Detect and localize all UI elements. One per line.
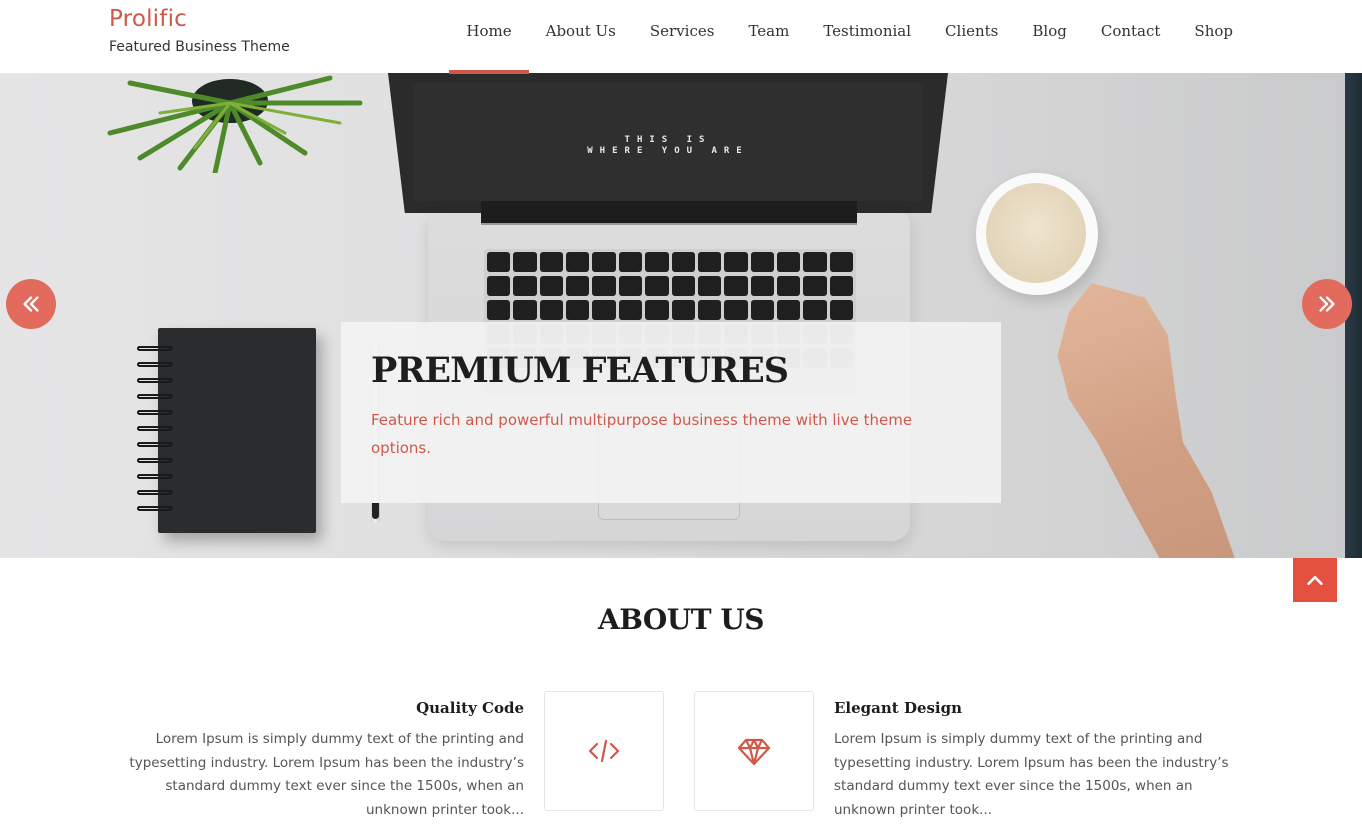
spiral-ring	[137, 378, 173, 383]
spiral-ring	[137, 410, 173, 415]
keyboard-key	[539, 276, 564, 296]
about-title: ABOUT US	[598, 603, 764, 636]
keyboard-key	[592, 276, 616, 296]
brand[interactable]: Prolific Featured Business Theme	[109, 4, 290, 57]
screen-text-line1: THIS IS	[624, 135, 712, 145]
keyboard-key	[776, 252, 801, 272]
keyboard-key	[618, 252, 643, 272]
keyboard-key	[697, 276, 722, 296]
spiral-ring	[137, 346, 173, 351]
site-header: Prolific Featured Business Theme Home Ab…	[0, 0, 1362, 74]
feature-icon-box-code	[544, 691, 664, 811]
keyboard-key	[592, 252, 616, 272]
spiral-ring	[137, 442, 173, 447]
double-chevron-right-icon	[1319, 296, 1335, 312]
spiral-ring	[137, 458, 173, 463]
keyboard-key	[776, 300, 801, 320]
keyboard-key	[487, 300, 511, 320]
keyboard-key	[618, 300, 643, 320]
hero-slider: THIS IS WHERE YOU ARE PREMIUM FEATURES F…	[0, 73, 1362, 558]
keyboard-key	[487, 252, 511, 272]
diamond-icon	[737, 738, 771, 766]
nav-item-blog[interactable]: Blog	[1015, 0, 1083, 73]
keyboard-key	[724, 252, 748, 272]
laptop-hinge	[481, 201, 857, 225]
hand-image	[1057, 283, 1240, 558]
slide-caption: PREMIUM FEATURES Feature rich and powerf…	[341, 322, 1001, 503]
keyboard-key	[776, 276, 801, 296]
nav-item-shop[interactable]: Shop	[1177, 0, 1250, 73]
keyboard-key	[671, 252, 695, 272]
pen-tip	[372, 503, 379, 519]
site-title[interactable]: Prolific	[109, 4, 290, 34]
keyboard-key	[803, 252, 827, 272]
keyboard-key	[539, 252, 564, 272]
keyboard-key	[539, 300, 564, 320]
keyboard-key	[803, 300, 827, 320]
spiral-ring	[137, 362, 173, 367]
nav-item-contact[interactable]: Contact	[1084, 0, 1178, 73]
keyboard-key	[829, 300, 853, 320]
keyboard-key	[566, 252, 590, 272]
feature-text: Lorem Ipsum is simply dummy text of the …	[834, 731, 1229, 818]
laptop-screen: THIS IS WHERE YOU ARE	[413, 83, 923, 201]
nav-item-home[interactable]: Home	[449, 0, 529, 74]
coffee	[986, 183, 1086, 283]
nav-item-services[interactable]: Services	[633, 0, 732, 73]
keyboard-key	[566, 276, 590, 296]
slider-prev-button[interactable]	[6, 279, 56, 329]
keyboard-key	[829, 276, 853, 296]
feature-text: Lorem Ipsum is simply dummy text of the …	[129, 731, 524, 818]
feature-title[interactable]: Quality Code	[104, 697, 524, 719]
site-tagline: Featured Business Theme	[109, 39, 290, 55]
notebook-image	[158, 328, 316, 533]
screen-text-line2: WHERE YOU ARE	[587, 146, 749, 156]
chevron-up-icon	[1307, 575, 1323, 585]
spiral-ring	[137, 490, 173, 495]
keyboard-key	[671, 300, 695, 320]
double-chevron-left-icon	[23, 296, 39, 312]
plant-image	[107, 75, 363, 173]
slide-title: PREMIUM FEATURES	[371, 350, 789, 391]
nav-item-about-us[interactable]: About Us	[529, 0, 633, 73]
keyboard-key	[645, 300, 669, 320]
keyboard-key	[566, 300, 590, 320]
feature-icon-box-diamond	[694, 691, 814, 811]
spiral-ring	[137, 474, 173, 479]
keyboard-key	[618, 276, 643, 296]
slider-next-button[interactable]	[1302, 279, 1352, 329]
keyboard-key	[671, 276, 695, 296]
keyboard-key	[645, 276, 669, 296]
keyboard-key	[645, 252, 669, 272]
slide-description: Feature rich and powerful multipurpose b…	[371, 411, 913, 457]
nav-item-team[interactable]: Team	[731, 0, 806, 73]
keyboard-key	[513, 300, 537, 320]
keyboard-key	[513, 276, 537, 296]
keyboard-key	[803, 276, 827, 296]
spiral-ring	[137, 394, 173, 399]
nav-item-testimonial[interactable]: Testimonial	[806, 0, 928, 73]
keyboard-key	[487, 276, 511, 296]
feature-elegant-design: Elegant Design Lorem Ipsum is simply dum…	[834, 697, 1254, 822]
feature-title[interactable]: Elegant Design	[834, 697, 1254, 719]
spiral-ring	[137, 426, 173, 431]
keyboard-key	[724, 276, 748, 296]
keyboard-key	[750, 300, 774, 320]
main-nav: Home About Us Services Team Testimonial …	[449, 0, 1250, 74]
keyboard-key	[724, 300, 748, 320]
keyboard-key	[750, 252, 774, 272]
spiral-ring	[137, 506, 173, 511]
keyboard-key	[697, 252, 722, 272]
feature-quality-code: Quality Code Lorem Ipsum is simply dummy…	[104, 697, 524, 822]
nav-item-clients[interactable]: Clients	[928, 0, 1015, 73]
keyboard-key	[592, 300, 616, 320]
keyboard-key	[697, 300, 722, 320]
back-to-top-button[interactable]	[1293, 558, 1337, 602]
keyboard-key	[829, 252, 853, 272]
code-icon	[588, 739, 620, 763]
keyboard-key	[513, 252, 537, 272]
keyboard-key	[750, 276, 774, 296]
